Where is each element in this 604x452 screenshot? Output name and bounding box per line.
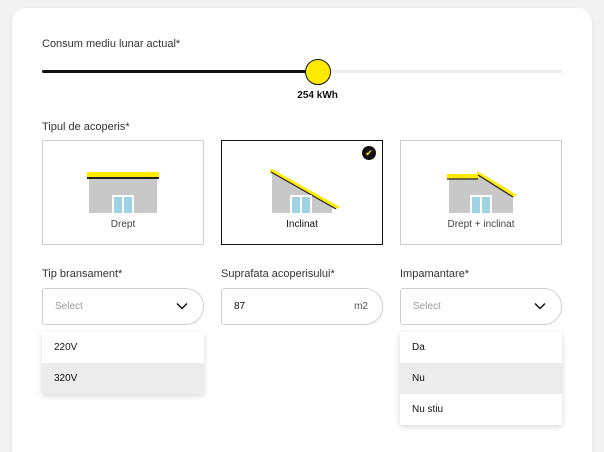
roof-option-label: Drept + inclinat xyxy=(447,219,515,230)
roof-area-value: 87 xyxy=(234,301,246,312)
roof-option-label: Inclinat xyxy=(286,219,318,230)
connection-type-placeholder: Select xyxy=(55,301,83,312)
chevron-down-icon xyxy=(176,302,188,310)
grounding-placeholder: Select xyxy=(413,301,441,312)
connection-type-label: Tip bransament* xyxy=(42,268,123,280)
roof-option-flat[interactable]: Drept xyxy=(42,140,204,245)
menu-option-da[interactable]: Da xyxy=(400,332,562,363)
grounding-label: Impamantare* xyxy=(400,268,470,280)
connection-type-select[interactable]: Select xyxy=(42,288,204,325)
roof-option-flat-pitched[interactable]: Drept + inclinat xyxy=(400,140,562,245)
consumption-value: 254 kWh xyxy=(297,90,338,101)
roof-option-pitched[interactable]: ✔ Inclinat xyxy=(221,140,383,245)
flat-roof-icon xyxy=(87,172,159,213)
roof-area-input[interactable]: 87 m2 xyxy=(221,288,383,325)
consumption-slider-track[interactable] xyxy=(42,70,562,73)
consumption-slider-thumb[interactable] xyxy=(304,59,331,85)
grounding-menu: Da Nu Nu stiu xyxy=(400,332,562,425)
selected-check-icon: ✔ xyxy=(362,146,376,160)
chevron-down-icon xyxy=(534,302,546,310)
menu-option-220v[interactable]: 220V xyxy=(42,332,204,363)
menu-option-320v[interactable]: 320V xyxy=(42,363,204,394)
consumption-label: Consum mediu lunar actual* xyxy=(42,38,181,50)
connection-type-menu: 220V 320V xyxy=(42,332,204,394)
pitched-roof-icon xyxy=(270,169,340,213)
grounding-select[interactable]: Select xyxy=(400,288,562,325)
consumption-slider-fill xyxy=(42,70,318,73)
roof-area-label: Suprafata acoperisului* xyxy=(221,268,335,280)
roof-option-label: Drept xyxy=(110,219,136,230)
roof-type-label: Tipul de acoperis* xyxy=(42,121,130,133)
mixed-roof-icon xyxy=(447,172,517,213)
menu-option-nu-stiu[interactable]: Nu stiu xyxy=(400,394,562,425)
menu-option-nu[interactable]: Nu xyxy=(400,363,562,394)
roof-area-unit: m2 xyxy=(354,301,368,312)
